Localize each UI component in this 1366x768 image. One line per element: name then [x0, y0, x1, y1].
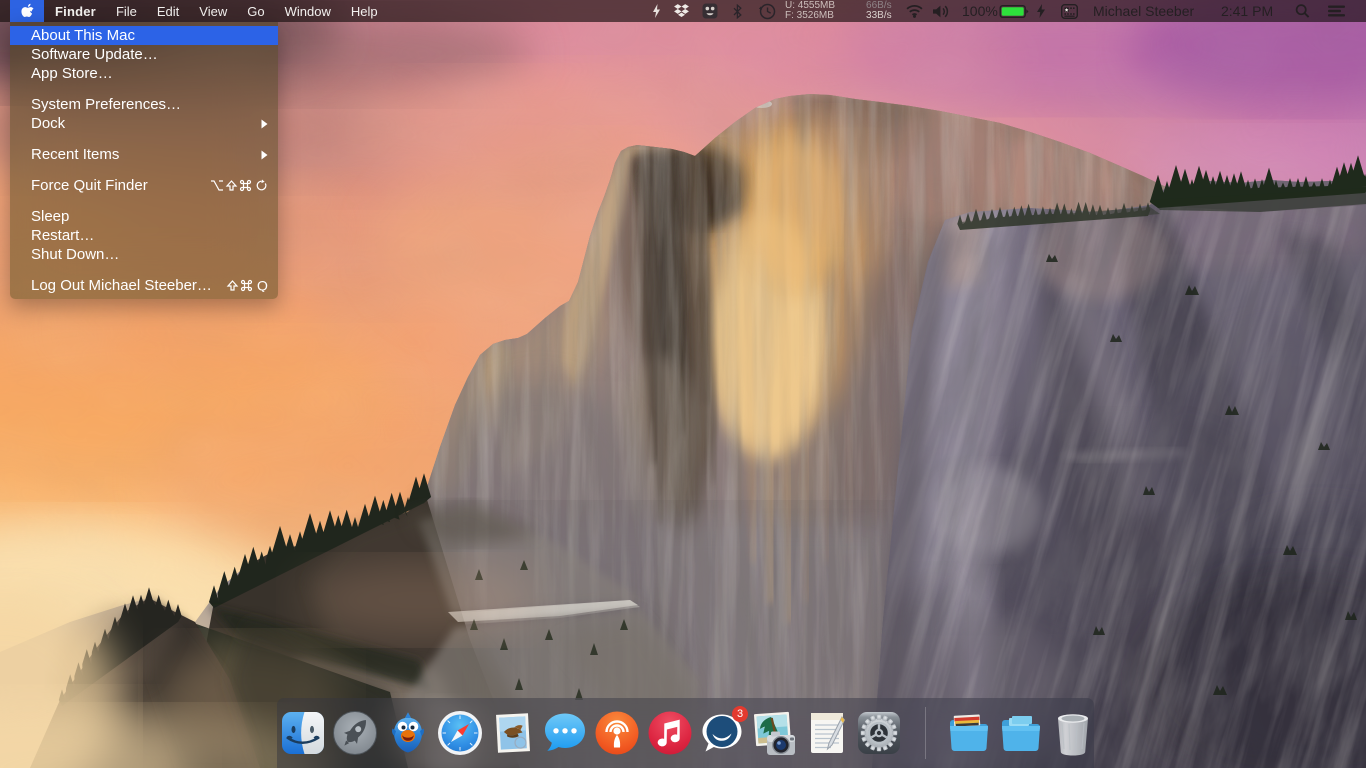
svg-text:Q: Q: [257, 279, 268, 292]
